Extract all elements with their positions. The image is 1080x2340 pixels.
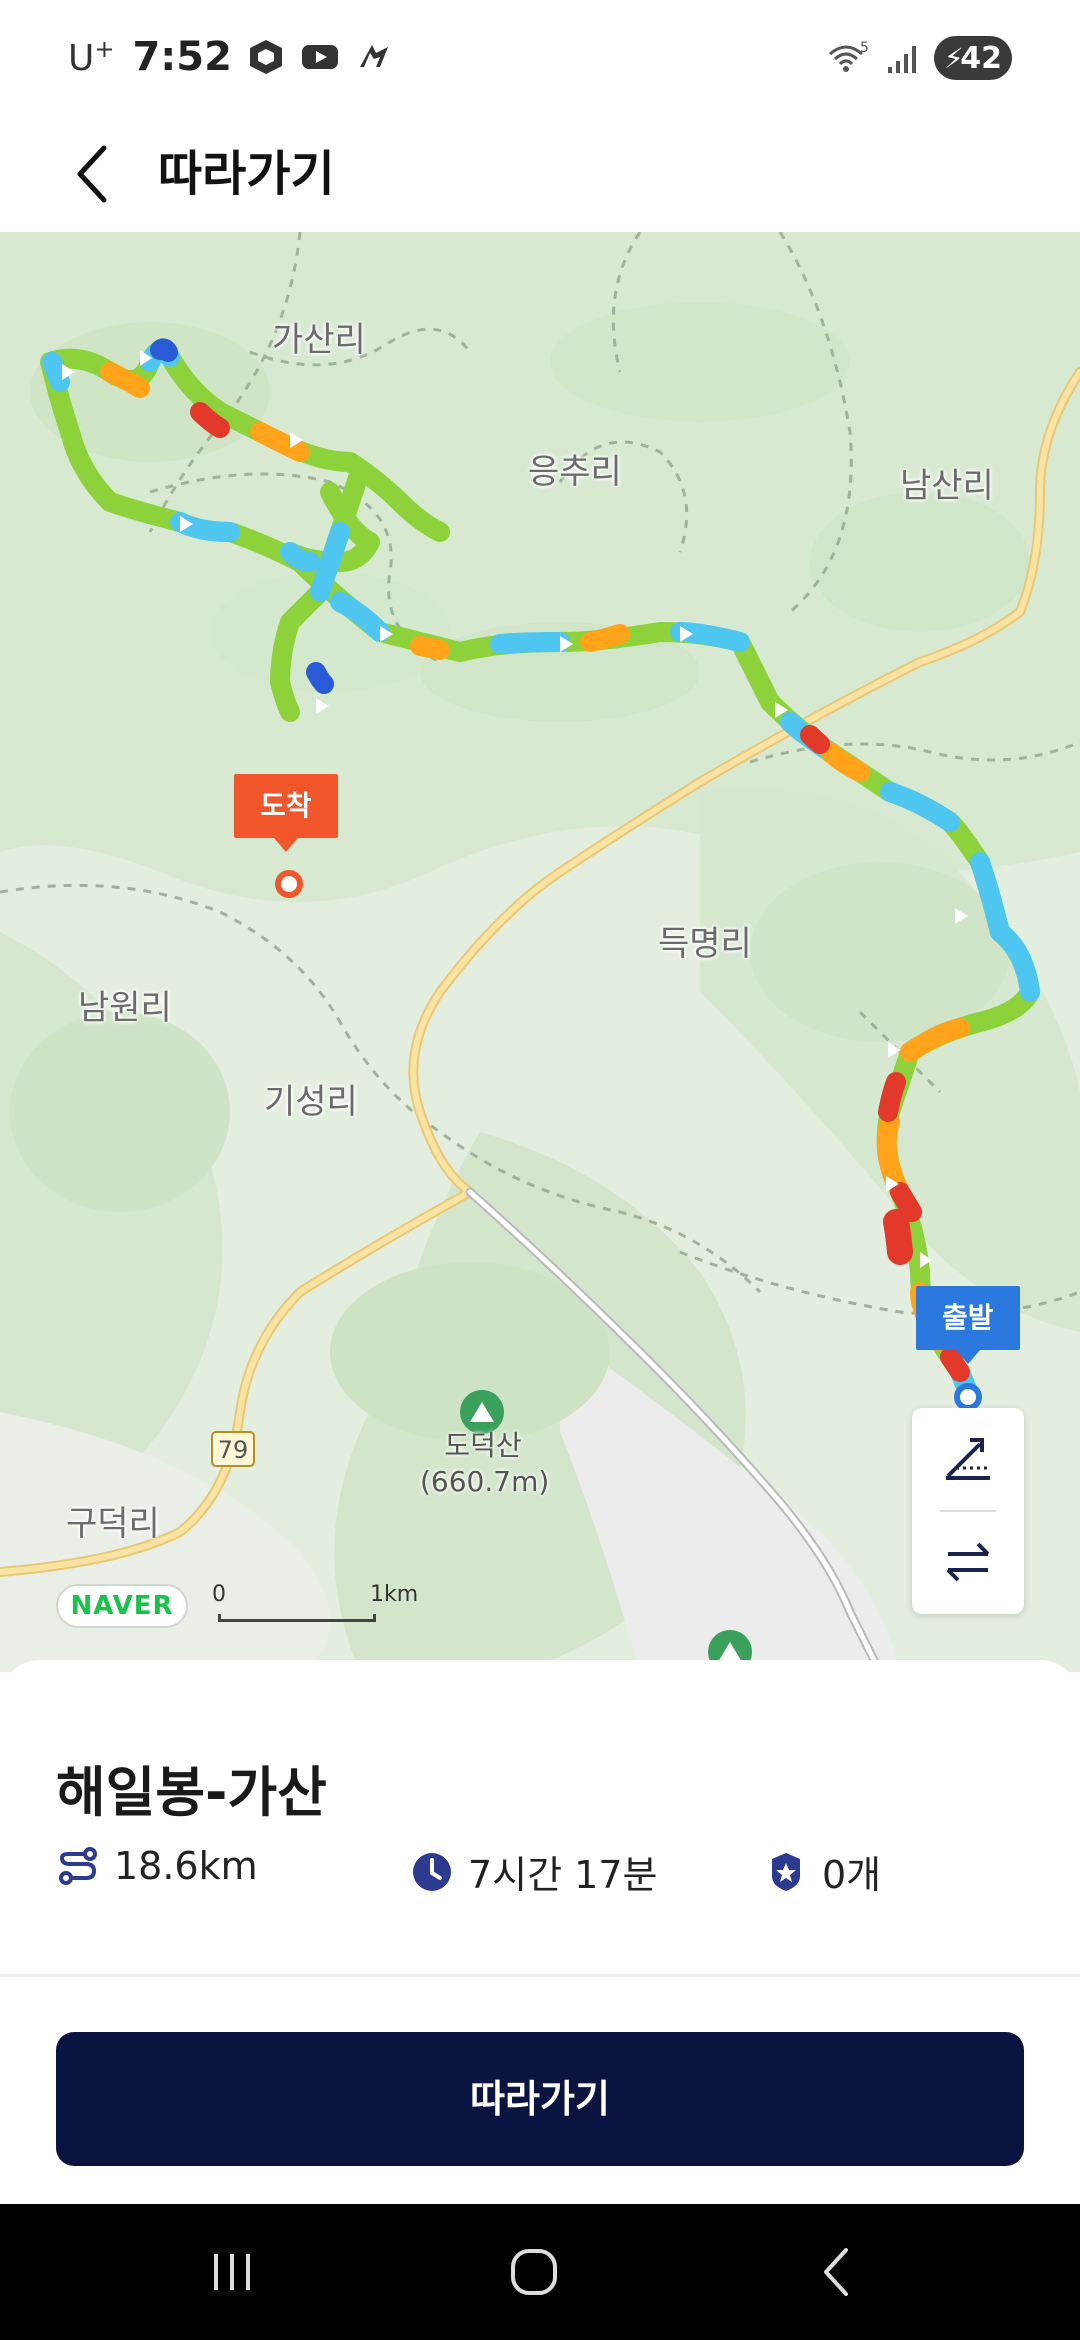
- battery-level: 42: [960, 40, 1002, 76]
- signal-icon: [888, 46, 916, 73]
- home-icon: [511, 2249, 557, 2295]
- clock-icon: [413, 1852, 451, 1891]
- place-gasan-ri: 가산리: [272, 320, 366, 360]
- clock: 7:52: [132, 34, 232, 80]
- back-icon: [824, 2248, 848, 2296]
- naver-logo: NAVER: [56, 1584, 188, 1628]
- start-point[interactable]: [954, 1383, 982, 1411]
- back-button[interactable]: [56, 138, 128, 210]
- peak-name: 도덕산: [444, 1429, 522, 1462]
- route-distance-icon: [59, 1847, 97, 1885]
- page-title: 따라가기: [158, 146, 335, 202]
- wifi-badge: 5: [860, 40, 869, 56]
- peak-height: (660.7m): [420, 1465, 550, 1498]
- course-title: 해일봉-가산: [56, 1761, 327, 1824]
- stat-duration: 7시간 17분: [410, 1844, 658, 1899]
- stat-distance: 18.6km: [56, 1844, 258, 1888]
- chevron-left-icon: [77, 145, 107, 203]
- road-number: 79: [218, 1436, 249, 1464]
- place-namsan-ri: 남산리: [900, 466, 994, 506]
- place-giseong-ri: 기성리: [264, 1082, 358, 1122]
- system-nav-bar: [0, 2204, 1080, 2340]
- elevation-button[interactable]: [912, 1408, 1024, 1508]
- place-namwon-ri: 남원리: [78, 988, 172, 1028]
- course-stats: 18.6km 7시간 17분 0개: [56, 1844, 1024, 1904]
- duration-value: 7시간 17분: [468, 1853, 658, 1897]
- wifi-icon: 5: [829, 40, 869, 72]
- recent-apps-button[interactable]: [182, 2236, 282, 2308]
- swap-arrows-icon: [946, 1542, 990, 1582]
- end-point[interactable]: [275, 870, 303, 898]
- badge-count: 0개: [822, 1853, 882, 1897]
- depart-marker[interactable]: 출발: [916, 1286, 1020, 1364]
- system-back-button[interactable]: [786, 2236, 886, 2308]
- recent-apps-icon: [214, 2254, 250, 2290]
- peak-label: 도덕산 (660.7m): [420, 1428, 550, 1500]
- scale-bar: [218, 1614, 376, 1622]
- stat-badge: 0개: [764, 1844, 881, 1899]
- arrive-marker[interactable]: 도착: [234, 774, 338, 852]
- road-shield: 79: [211, 1431, 255, 1467]
- place-eungchu-ri: 응추리: [528, 452, 622, 492]
- swap-direction-button[interactable]: [912, 1512, 1024, 1612]
- carrier-text: U: [68, 38, 95, 79]
- home-button[interactable]: [484, 2236, 584, 2308]
- app-icon: [359, 45, 388, 67]
- place-deungmyeong-ri: 득명리: [658, 924, 752, 964]
- battery-icon: ⚡ 42: [934, 36, 1012, 80]
- course-sheet: 해일봉-가산 18.6km 7시간 17분 0개 따라가기: [0, 1660, 1080, 2204]
- status-left: U+ 7:52: [68, 34, 394, 80]
- scale-start: 0: [212, 1582, 226, 1607]
- map-view[interactable]: 79 가산리 응추리 남산리 득명리 남원리 기성리 구덕리 도덕산 (660.…: [0, 232, 1080, 1672]
- charging-bolt-icon: ⚡: [944, 42, 964, 75]
- sheet-divider: [0, 1974, 1080, 1977]
- scale-end: 1km: [370, 1582, 419, 1607]
- app-bar: 따라가기: [0, 120, 1080, 232]
- status-bar: U+ 7:52 5 ⚡ 42: [0, 0, 1080, 120]
- youtube-icon: [301, 45, 338, 69]
- cube-icon: [249, 40, 282, 74]
- map-tools: [912, 1408, 1024, 1614]
- follow-button[interactable]: 따라가기: [56, 2032, 1024, 2166]
- carrier-sup: +: [94, 35, 115, 63]
- elevation-slope-icon: [946, 1438, 990, 1480]
- map-scale: 0 1km: [210, 1582, 418, 1622]
- carrier-label: U+: [68, 35, 114, 79]
- badge-star-icon: [772, 1852, 800, 1891]
- distance-value: 18.6km: [114, 1844, 258, 1888]
- status-right: 5 ⚡ 42: [826, 36, 1012, 80]
- place-gudeok-ri: 구덕리: [66, 1504, 160, 1544]
